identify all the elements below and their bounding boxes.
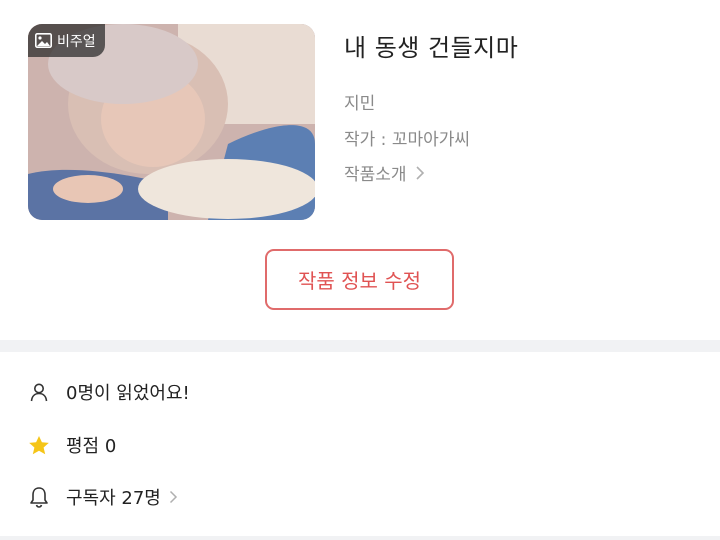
image-icon	[35, 33, 52, 48]
subscribers-row[interactable]: 구독자 27명	[28, 482, 178, 512]
author-label: 작가 : 꼬마아가씨	[344, 130, 471, 150]
work-title: 내 동생 건들지마	[344, 34, 519, 62]
star-icon	[28, 434, 50, 456]
person-icon	[28, 381, 50, 403]
bottom-divider	[0, 536, 720, 540]
work-detail-page: 비주얼 내 동생 건들지마 지민 작가 : 꼬마아가씨 작품소개 작품 정보 수…	[0, 0, 720, 540]
author-name: 지민	[344, 94, 376, 114]
readers-count: 0명이 읽었어요!	[66, 383, 190, 404]
intro-link[interactable]: 작품소개	[344, 160, 425, 185]
work-header: 비주얼 내 동생 건들지마 지민 작가 : 꼬마아가씨 작품소개 작품 정보 수…	[0, 0, 720, 340]
chevron-right-icon	[169, 490, 177, 504]
visual-badge: 비주얼	[28, 24, 105, 57]
cover-image[interactable]: 비주얼	[28, 24, 315, 220]
edit-work-info-button[interactable]: 작품 정보 수정	[265, 249, 454, 310]
intro-label: 작품소개	[344, 165, 407, 185]
section-divider	[0, 340, 720, 352]
chevron-right-icon	[415, 165, 424, 180]
subscribers-count: 구독자 27명	[66, 488, 161, 509]
rating-row: 평점 0	[28, 430, 116, 460]
bell-icon	[28, 486, 50, 508]
visual-badge-label: 비주얼	[57, 33, 96, 50]
readers-row: 0명이 읽었어요!	[28, 377, 190, 407]
rating-value: 평점 0	[66, 436, 117, 457]
